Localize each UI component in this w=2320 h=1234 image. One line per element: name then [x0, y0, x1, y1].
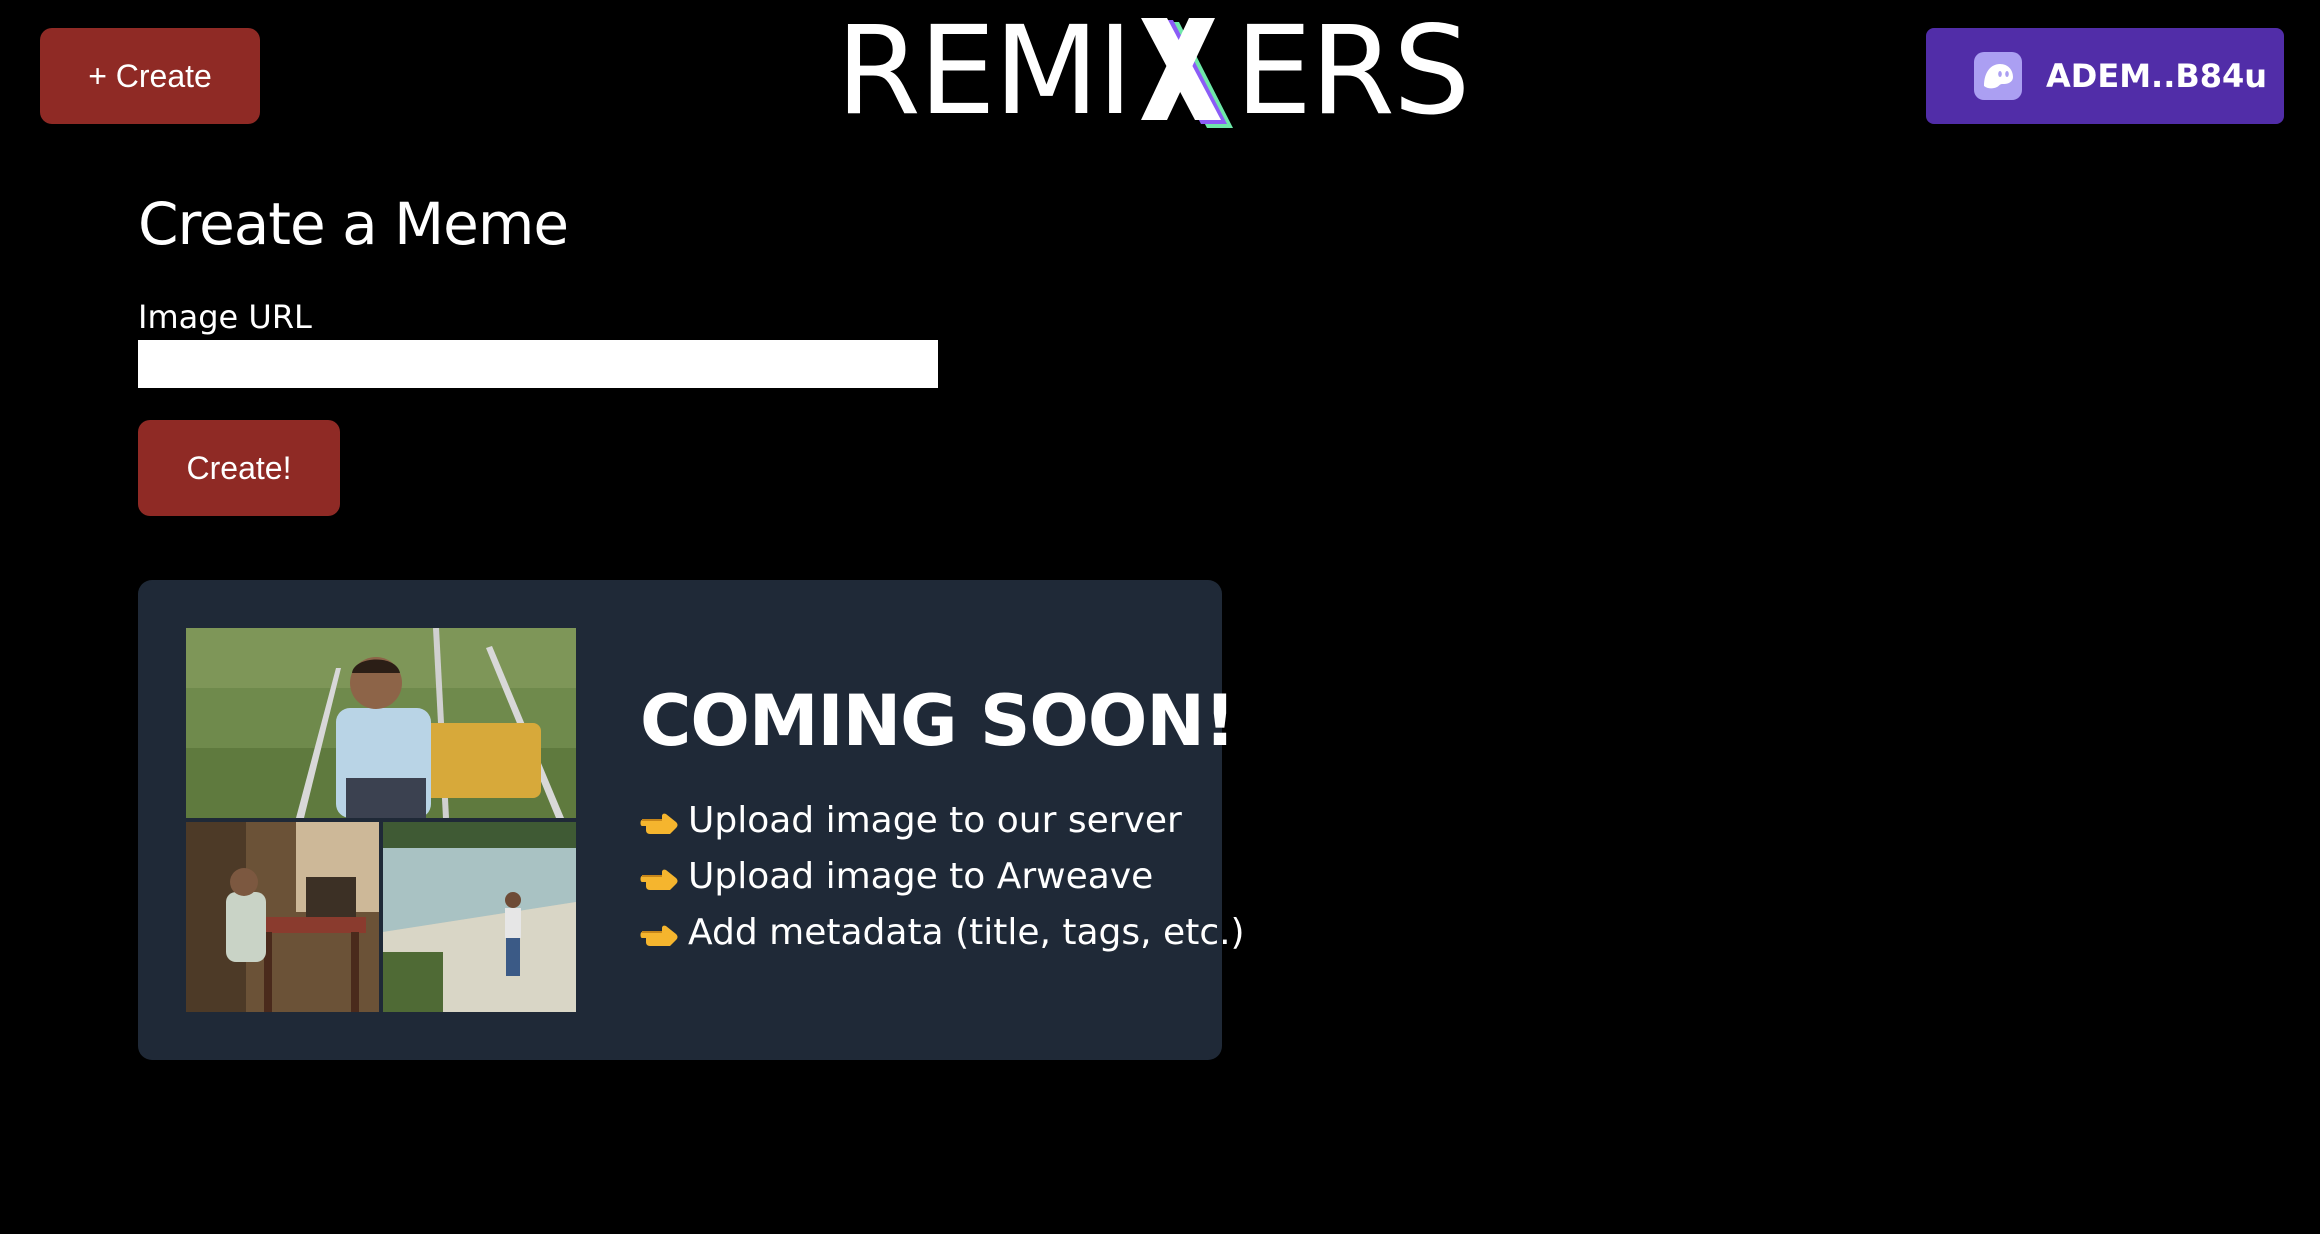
- wallet-button[interactable]: ADEM..B84u: [1926, 28, 2284, 124]
- feature-item: Upload image to Arweave: [640, 848, 1245, 904]
- pointing-hand-icon: [640, 918, 680, 946]
- image-url-label: Image URL: [138, 298, 312, 336]
- pointing-hand-icon: [640, 806, 680, 834]
- feature-item: Add metadata (title, tags, etc.): [640, 904, 1245, 960]
- create-nav-button[interactable]: + Create: [40, 28, 260, 124]
- collage-tile-top: [186, 628, 576, 818]
- logo-text-left: REMI: [836, 0, 1133, 142]
- coming-soon-card: COMING SOON! Upload image to our server …: [138, 580, 1245, 1060]
- feature-item-text: Upload image to Arweave: [688, 855, 1154, 897]
- image-url-input[interactable]: [138, 340, 938, 388]
- feature-list: Upload image to our server Upload image …: [640, 792, 1245, 960]
- phantom-ghost-icon: [1974, 52, 2022, 100]
- remixers-logo[interactable]: REMI ERS: [836, 6, 1486, 136]
- page-title: Create a Meme: [138, 190, 569, 258]
- logo-x-mark: [1131, 10, 1235, 132]
- pointing-hand-icon: [640, 862, 680, 890]
- feature-item-text: Upload image to our server: [688, 799, 1182, 841]
- feature-item: Upload image to our server: [640, 792, 1245, 848]
- create-submit-button[interactable]: Create!: [138, 420, 340, 516]
- coming-soon-title: COMING SOON!: [640, 680, 1236, 762]
- collage-tile-bottom-left: [186, 822, 379, 1012]
- top-nav: + Create REMI ERS ADEM..B84u: [0, 0, 2320, 150]
- logo-text-right: ERS: [1235, 0, 1470, 142]
- meme-collage-image: [186, 628, 576, 1012]
- feature-item-text: Add metadata (title, tags, etc.): [688, 911, 1245, 953]
- wallet-address: ADEM..B84u: [2046, 57, 2268, 95]
- collage-tile-bottom-right: [383, 822, 576, 1012]
